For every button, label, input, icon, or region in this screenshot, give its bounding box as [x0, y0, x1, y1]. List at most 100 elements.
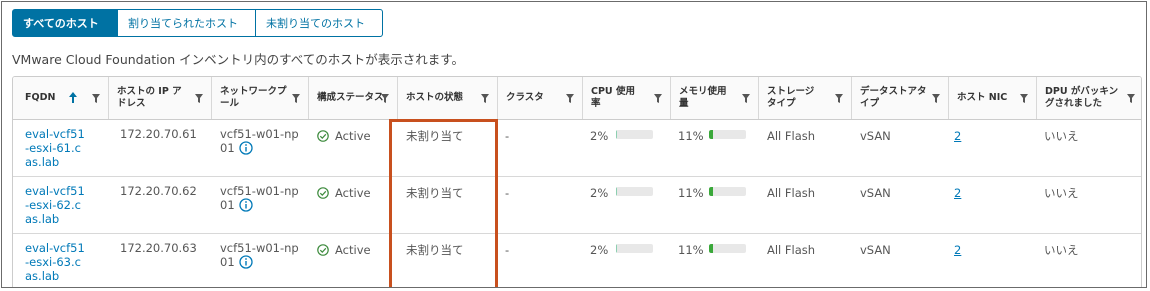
cpu-usage-text: 2%	[590, 129, 609, 143]
host-nic-link[interactable]: 2	[954, 186, 961, 200]
filter-icon[interactable]	[292, 94, 300, 103]
info-circle-icon[interactable]	[238, 141, 253, 155]
memory-usage-text: 11%	[678, 186, 704, 200]
column-header-host-nic[interactable]: ホスト NIC	[948, 77, 1036, 119]
column-label: クラスタ	[506, 92, 544, 103]
info-circle-icon[interactable]	[238, 198, 253, 212]
config-status: Active	[317, 129, 371, 143]
dpu-backed: いいえ	[1044, 243, 1079, 257]
column-label: ホスト NIC	[957, 92, 1008, 103]
host-fqdn-link[interactable]: eval-vcf51-esxi-62.cas.lab	[25, 184, 87, 226]
column-header-host-state[interactable]: ホストの状態	[397, 77, 497, 119]
cpu-usage-text: 2%	[590, 243, 609, 257]
memory-usage-bar	[709, 187, 746, 196]
host-ip: 172.20.70.62	[120, 184, 197, 198]
column-label: DPU がバッキングされました	[1045, 86, 1119, 109]
column-label: メモリ使用量	[679, 86, 727, 109]
column-header-memory[interactable]: メモリ使用量	[670, 77, 758, 119]
network-pool-name: vcf51-w01-np01	[220, 127, 299, 155]
column-header-fqdn[interactable]: FQDN	[13, 77, 108, 119]
column-header-ip[interactable]: ホストの IP アドレス	[108, 77, 211, 119]
dpu-backed: いいえ	[1044, 186, 1079, 200]
filter-icon[interactable]	[932, 94, 940, 103]
column-header-cluster[interactable]: クラスタ	[497, 77, 582, 119]
column-label: ストレージタイプ	[767, 86, 815, 109]
column-label: CPU 使用率	[591, 86, 635, 109]
config-status: Active	[317, 243, 371, 257]
memory-usage-fill	[709, 130, 714, 139]
page-subtitle: VMware Cloud Foundation インベントリ内のすべてのホストが…	[12, 52, 465, 67]
cluster-name: -	[505, 243, 510, 257]
tab-all-hosts[interactable]: すべてのホスト	[12, 9, 118, 37]
datastore-type: vSAN	[860, 129, 891, 143]
column-label: FQDN	[25, 92, 56, 103]
network-pool-name: vcf51-w01-np01	[220, 241, 299, 269]
dpu-backed: いいえ	[1044, 129, 1079, 143]
config-status-label: Active	[335, 129, 371, 143]
config-status-label: Active	[335, 186, 371, 200]
filter-icon[interactable]	[92, 94, 100, 103]
cpu-usage-text: 2%	[590, 186, 609, 200]
datagrid-header: FQDN ホストの IP アドレス ネットワークプール 構成ステータス ホストの…	[13, 77, 1141, 120]
host-nic-link[interactable]: 2	[954, 129, 961, 143]
storage-type: All Flash	[767, 243, 816, 257]
arrow-up-icon[interactable]	[69, 92, 77, 103]
column-label: ネットワークプール	[220, 86, 287, 109]
filter-icon[interactable]	[1127, 94, 1135, 103]
host-state: 未割り当て	[406, 129, 464, 143]
cluster-name: -	[505, 129, 510, 143]
hosts-panel: すべてのホスト 割り当てられたホスト 未割り当てのホスト VMware Clou…	[1, 1, 1147, 288]
storage-type: All Flash	[767, 186, 816, 200]
config-status: Active	[317, 186, 371, 200]
filter-icon[interactable]	[481, 94, 489, 103]
table-row: eval-vcf51-esxi-63.cas.lab 172.20.70.63 vc…	[13, 233, 1141, 287]
datastore-type: vSAN	[860, 243, 891, 257]
column-header-dpu[interactable]: DPU がバッキングされました	[1036, 77, 1141, 119]
network-pool: vcf51-w01-np01	[220, 127, 300, 155]
host-nic-link[interactable]: 2	[954, 243, 961, 257]
memory-usage-text: 11%	[678, 129, 704, 143]
column-header-datastore-type[interactable]: データストアタイプ	[851, 77, 948, 119]
column-header-config-status[interactable]: 構成ステータス	[308, 77, 397, 119]
column-header-cpu[interactable]: CPU 使用率	[582, 77, 670, 119]
host-ip: 172.20.70.61	[120, 127, 197, 141]
hosts-datagrid: FQDN ホストの IP アドレス ネットワークプール 構成ステータス ホストの…	[12, 76, 1142, 287]
cpu-usage-bar	[616, 187, 653, 196]
network-pool: vcf51-w01-np01	[220, 241, 300, 269]
network-pool-name: vcf51-w01-np01	[220, 184, 299, 212]
cpu-usage-fill	[616, 187, 617, 196]
host-state: 未割り当て	[406, 186, 464, 200]
network-pool: vcf51-w01-np01	[220, 184, 300, 212]
info-circle-icon[interactable]	[238, 255, 253, 269]
host-tabs: すべてのホスト 割り当てられたホスト 未割り当てのホスト	[12, 9, 383, 37]
cluster-name: -	[505, 186, 510, 200]
filter-icon[interactable]	[566, 94, 574, 103]
column-header-storage-type[interactable]: ストレージタイプ	[758, 77, 851, 119]
tab-assigned-hosts[interactable]: 割り当てられたホスト	[118, 9, 256, 37]
tab-unassigned-hosts[interactable]: 未割り当てのホスト	[256, 9, 383, 37]
column-label: ホストの IP アドレス	[117, 86, 182, 109]
host-ip: 172.20.70.63	[120, 241, 197, 255]
cpu-usage-bar	[616, 130, 653, 139]
host-state: 未割り当て	[406, 243, 464, 257]
check-circle-icon	[317, 130, 329, 142]
config-status-label: Active	[335, 243, 371, 257]
cpu-usage-bar	[616, 244, 653, 253]
column-header-network-pool[interactable]: ネットワークプール	[211, 77, 308, 119]
memory-usage-bar	[709, 130, 746, 139]
host-fqdn-link[interactable]: eval-vcf51-esxi-61.cas.lab	[25, 127, 87, 169]
memory-usage-text: 11%	[678, 243, 704, 257]
memory-usage-fill	[709, 187, 714, 196]
filter-icon[interactable]	[654, 94, 662, 103]
memory-usage-bar	[709, 244, 746, 253]
storage-type: All Flash	[767, 129, 816, 143]
filter-icon[interactable]	[835, 94, 843, 103]
host-fqdn-link[interactable]: eval-vcf51-esxi-63.cas.lab	[25, 241, 87, 283]
memory-usage-fill	[709, 244, 714, 253]
filter-icon[interactable]	[195, 94, 203, 103]
filter-icon[interactable]	[381, 94, 389, 103]
check-circle-icon	[317, 244, 329, 256]
datastore-type: vSAN	[860, 186, 891, 200]
filter-icon[interactable]	[1020, 94, 1028, 103]
filter-icon[interactable]	[742, 94, 750, 103]
